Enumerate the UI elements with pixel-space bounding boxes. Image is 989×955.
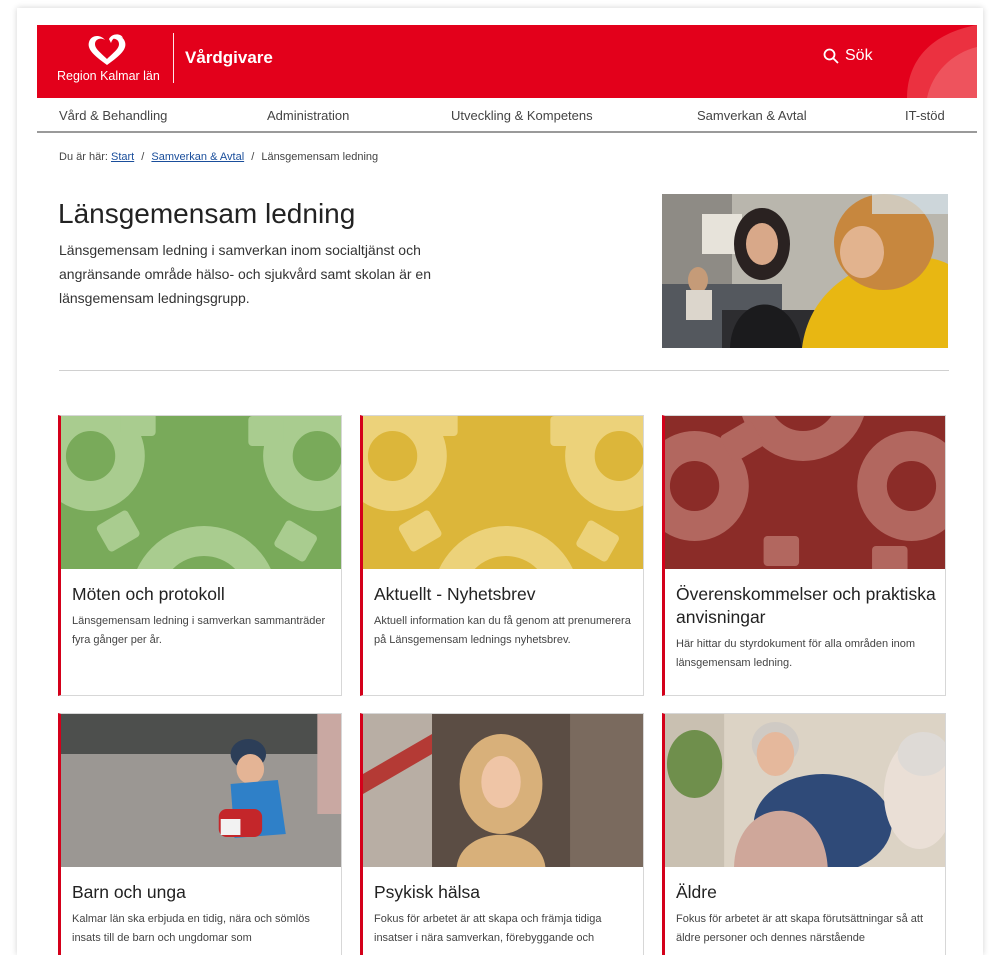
browser-page: Region Kalmar län Vårdgivare Sök Vård & … <box>17 8 983 955</box>
search-label: Sök <box>845 47 873 64</box>
gear-pattern-image <box>665 416 945 569</box>
hero-photo <box>662 194 948 348</box>
card-aktuellt-nyhetsbrev[interactable]: Aktuellt - Nyhetsbrev Aktuell informatio… <box>360 415 644 696</box>
main-nav: Vård & Behandling Administration Utveckl… <box>37 98 977 133</box>
search-icon <box>823 48 839 64</box>
header-divider <box>173 33 174 83</box>
gear-pattern-image <box>363 416 643 569</box>
nav-item-utveckling-kompetens[interactable]: Utveckling & Kompetens <box>451 108 593 123</box>
page-intro: Länsgemensam ledning i samverkan inom so… <box>59 242 431 306</box>
card-description: Kalmar län ska erbjuda en tidig, nära oc… <box>72 913 310 944</box>
search-button[interactable]: Sök <box>823 47 873 65</box>
gear-pattern-image <box>61 416 341 569</box>
breadcrumb-link-samverkan[interactable]: Samverkan & Avtal <box>151 151 244 163</box>
nav-item-samverkan-avtal[interactable]: Samverkan & Avtal <box>697 108 807 123</box>
site-header: Region Kalmar län Vårdgivare Sök <box>37 25 977 98</box>
card-overenskommelser[interactable]: Överenskommelser och praktiska anvisning… <box>662 415 946 696</box>
card-description: Fokus för arbetet är att skapa och främj… <box>374 913 602 944</box>
card-description: Fokus för arbetet är att skapa förutsätt… <box>676 913 924 944</box>
breadcrumb-separator: / <box>251 151 255 163</box>
card-description: Länsgemensam ledning i samverkan sammant… <box>72 615 326 646</box>
card-title: Möten och protokoll <box>72 584 225 604</box>
card-title: Barn och unga <box>72 882 186 902</box>
breadcrumb-link-start[interactable]: Start <box>111 151 134 163</box>
child-playing-photo-image <box>61 714 341 867</box>
breadcrumb-current: Länsgemensam ledning <box>261 151 379 163</box>
teen-girl-photo-image <box>363 714 643 867</box>
card-psykisk-halsa[interactable]: Psykisk hälsa Fokus för arbetet är att s… <box>360 713 644 955</box>
page-title: Länsgemensam ledning <box>58 198 356 229</box>
brand-name: Region Kalmar län <box>57 69 160 83</box>
card-barn-unga[interactable]: Barn och unga Kalmar län ska erbjuda en … <box>58 713 342 955</box>
nav-item-administration[interactable]: Administration <box>267 108 349 123</box>
card-title: Överenskommelser och praktiska anvisning… <box>676 584 936 627</box>
card-aldre[interactable]: Äldre Fokus för arbetet är att skapa för… <box>662 713 946 955</box>
breadcrumb-separator: / <box>141 151 145 163</box>
section-divider <box>59 370 949 371</box>
site-name[interactable]: Vårdgivare <box>185 48 273 68</box>
card-moten-protokoll[interactable]: Möten och protokoll Länsgemensam ledning… <box>58 415 342 696</box>
breadcrumb-prefix: Du är här: <box>59 151 108 163</box>
breadcrumb: Du är här: Start / Samverkan & Avtal / L… <box>59 151 378 163</box>
nav-item-it-stod[interactable]: IT-stöd <box>905 108 945 123</box>
card-title: Aktuellt - Nyhetsbrev <box>374 584 536 604</box>
elderly-woman-photo-image <box>665 714 945 867</box>
card-title: Äldre <box>676 882 717 902</box>
card-title: Psykisk hälsa <box>374 882 481 902</box>
meeting-photo-image <box>662 194 948 348</box>
header-decoration <box>907 25 977 98</box>
heart-logo-icon <box>88 34 126 65</box>
nav-item-vard-behandling[interactable]: Vård & Behandling <box>59 108 167 123</box>
region-logo[interactable]: Region Kalmar län <box>57 33 167 91</box>
card-description: Aktuell information kan du få genom att … <box>374 615 631 646</box>
card-description: Här hittar du styrdokument för alla områ… <box>676 638 916 669</box>
